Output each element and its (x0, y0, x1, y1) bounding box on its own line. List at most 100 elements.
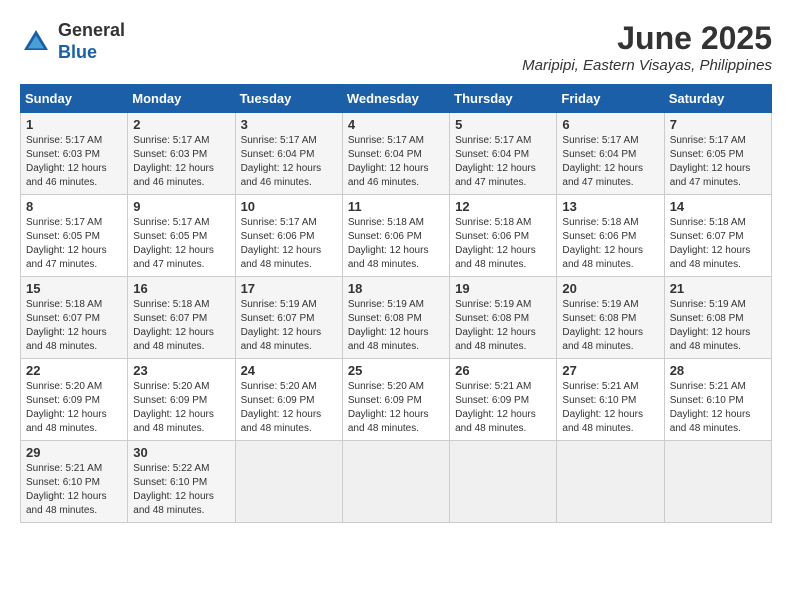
day-number: 8 (26, 199, 122, 214)
day-number: 21 (670, 281, 766, 296)
day-number: 1 (26, 117, 122, 132)
day-info: Sunrise: 5:18 AMSunset: 6:06 PMDaylight:… (348, 217, 429, 270)
table-row: 20 Sunrise: 5:19 AMSunset: 6:08 PMDaylig… (557, 277, 664, 359)
day-number: 19 (455, 281, 551, 296)
table-row: 8 Sunrise: 5:17 AMSunset: 6:05 PMDayligh… (21, 195, 128, 277)
table-row: 17 Sunrise: 5:19 AMSunset: 6:07 PMDaylig… (235, 277, 342, 359)
day-info: Sunrise: 5:21 AMSunset: 6:09 PMDaylight:… (455, 381, 536, 434)
day-info: Sunrise: 5:18 AMSunset: 6:06 PMDaylight:… (562, 217, 643, 270)
day-number: 30 (133, 445, 229, 460)
table-row: 6 Sunrise: 5:17 AMSunset: 6:04 PMDayligh… (557, 113, 664, 195)
table-row: 23 Sunrise: 5:20 AMSunset: 6:09 PMDaylig… (128, 359, 235, 441)
table-row: 22 Sunrise: 5:20 AMSunset: 6:09 PMDaylig… (21, 359, 128, 441)
header-thursday: Thursday (450, 85, 557, 113)
day-number: 16 (133, 281, 229, 296)
day-info: Sunrise: 5:19 AMSunset: 6:08 PMDaylight:… (455, 299, 536, 352)
table-row: 7 Sunrise: 5:17 AMSunset: 6:05 PMDayligh… (664, 113, 771, 195)
day-info: Sunrise: 5:18 AMSunset: 6:07 PMDaylight:… (26, 299, 107, 352)
header-monday: Monday (128, 85, 235, 113)
day-info: Sunrise: 5:21 AMSunset: 6:10 PMDaylight:… (562, 381, 643, 434)
table-row: 4 Sunrise: 5:17 AMSunset: 6:04 PMDayligh… (342, 113, 449, 195)
logo-text: General Blue (58, 20, 125, 63)
day-number: 29 (26, 445, 122, 460)
table-row: 3 Sunrise: 5:17 AMSunset: 6:04 PMDayligh… (235, 113, 342, 195)
day-number: 13 (562, 199, 658, 214)
table-row (342, 441, 449, 523)
day-info: Sunrise: 5:18 AMSunset: 6:07 PMDaylight:… (133, 299, 214, 352)
table-row: 11 Sunrise: 5:18 AMSunset: 6:06 PMDaylig… (342, 195, 449, 277)
day-info: Sunrise: 5:20 AMSunset: 6:09 PMDaylight:… (241, 381, 322, 434)
title-area: June 2025 Maripipi, Eastern Visayas, Phi… (522, 20, 772, 74)
day-number: 9 (133, 199, 229, 214)
table-row: 27 Sunrise: 5:21 AMSunset: 6:10 PMDaylig… (557, 359, 664, 441)
day-info: Sunrise: 5:19 AMSunset: 6:07 PMDaylight:… (241, 299, 322, 352)
day-info: Sunrise: 5:17 AMSunset: 6:04 PMDaylight:… (241, 135, 322, 188)
table-row (450, 441, 557, 523)
header-saturday: Saturday (664, 85, 771, 113)
day-number: 2 (133, 117, 229, 132)
table-row: 2 Sunrise: 5:17 AMSunset: 6:03 PMDayligh… (128, 113, 235, 195)
day-info: Sunrise: 5:17 AMSunset: 6:05 PMDaylight:… (670, 135, 751, 188)
day-number: 3 (241, 117, 337, 132)
table-row: 18 Sunrise: 5:19 AMSunset: 6:08 PMDaylig… (342, 277, 449, 359)
location: Maripipi, Eastern Visayas, Philippines (522, 57, 772, 74)
day-number: 22 (26, 363, 122, 378)
day-info: Sunrise: 5:17 AMSunset: 6:03 PMDaylight:… (133, 135, 214, 188)
table-row: 25 Sunrise: 5:20 AMSunset: 6:09 PMDaylig… (342, 359, 449, 441)
day-info: Sunrise: 5:19 AMSunset: 6:08 PMDaylight:… (670, 299, 751, 352)
day-number: 20 (562, 281, 658, 296)
day-number: 24 (241, 363, 337, 378)
table-row: 13 Sunrise: 5:18 AMSunset: 6:06 PMDaylig… (557, 195, 664, 277)
table-row: 29 Sunrise: 5:21 AMSunset: 6:10 PMDaylig… (21, 441, 128, 523)
logo-icon (20, 26, 52, 58)
header-sunday: Sunday (21, 85, 128, 113)
day-info: Sunrise: 5:17 AMSunset: 6:04 PMDaylight:… (348, 135, 429, 188)
calendar-header-row: Sunday Monday Tuesday Wednesday Thursday… (21, 85, 772, 113)
table-row: 24 Sunrise: 5:20 AMSunset: 6:09 PMDaylig… (235, 359, 342, 441)
day-info: Sunrise: 5:17 AMSunset: 6:04 PMDaylight:… (455, 135, 536, 188)
table-row (664, 441, 771, 523)
header-friday: Friday (557, 85, 664, 113)
day-number: 23 (133, 363, 229, 378)
day-info: Sunrise: 5:20 AMSunset: 6:09 PMDaylight:… (348, 381, 429, 434)
day-info: Sunrise: 5:17 AMSunset: 6:06 PMDaylight:… (241, 217, 322, 270)
day-number: 28 (670, 363, 766, 378)
table-row: 16 Sunrise: 5:18 AMSunset: 6:07 PMDaylig… (128, 277, 235, 359)
table-row (235, 441, 342, 523)
day-number: 17 (241, 281, 337, 296)
month-title: June 2025 (522, 20, 772, 57)
day-number: 25 (348, 363, 444, 378)
day-number: 7 (670, 117, 766, 132)
logo-general: General (58, 20, 125, 40)
day-number: 10 (241, 199, 337, 214)
table-row: 5 Sunrise: 5:17 AMSunset: 6:04 PMDayligh… (450, 113, 557, 195)
day-info: Sunrise: 5:17 AMSunset: 6:05 PMDaylight:… (26, 217, 107, 270)
table-row: 15 Sunrise: 5:18 AMSunset: 6:07 PMDaylig… (21, 277, 128, 359)
day-number: 14 (670, 199, 766, 214)
table-row: 30 Sunrise: 5:22 AMSunset: 6:10 PMDaylig… (128, 441, 235, 523)
table-row: 28 Sunrise: 5:21 AMSunset: 6:10 PMDaylig… (664, 359, 771, 441)
day-number: 12 (455, 199, 551, 214)
table-row: 21 Sunrise: 5:19 AMSunset: 6:08 PMDaylig… (664, 277, 771, 359)
table-row: 12 Sunrise: 5:18 AMSunset: 6:06 PMDaylig… (450, 195, 557, 277)
day-number: 26 (455, 363, 551, 378)
table-row: 10 Sunrise: 5:17 AMSunset: 6:06 PMDaylig… (235, 195, 342, 277)
day-info: Sunrise: 5:20 AMSunset: 6:09 PMDaylight:… (26, 381, 107, 434)
day-number: 15 (26, 281, 122, 296)
day-info: Sunrise: 5:19 AMSunset: 6:08 PMDaylight:… (348, 299, 429, 352)
table-row: 14 Sunrise: 5:18 AMSunset: 6:07 PMDaylig… (664, 195, 771, 277)
day-number: 11 (348, 199, 444, 214)
logo: General Blue (20, 20, 125, 63)
day-info: Sunrise: 5:17 AMSunset: 6:03 PMDaylight:… (26, 135, 107, 188)
logo-blue: Blue (58, 42, 97, 62)
day-info: Sunrise: 5:21 AMSunset: 6:10 PMDaylight:… (26, 463, 107, 516)
header-tuesday: Tuesday (235, 85, 342, 113)
day-info: Sunrise: 5:18 AMSunset: 6:07 PMDaylight:… (670, 217, 751, 270)
day-info: Sunrise: 5:17 AMSunset: 6:04 PMDaylight:… (562, 135, 643, 188)
day-number: 18 (348, 281, 444, 296)
calendar-table: Sunday Monday Tuesday Wednesday Thursday… (20, 84, 772, 523)
day-number: 6 (562, 117, 658, 132)
table-row: 19 Sunrise: 5:19 AMSunset: 6:08 PMDaylig… (450, 277, 557, 359)
table-row: 1 Sunrise: 5:17 AMSunset: 6:03 PMDayligh… (21, 113, 128, 195)
header-wednesday: Wednesday (342, 85, 449, 113)
